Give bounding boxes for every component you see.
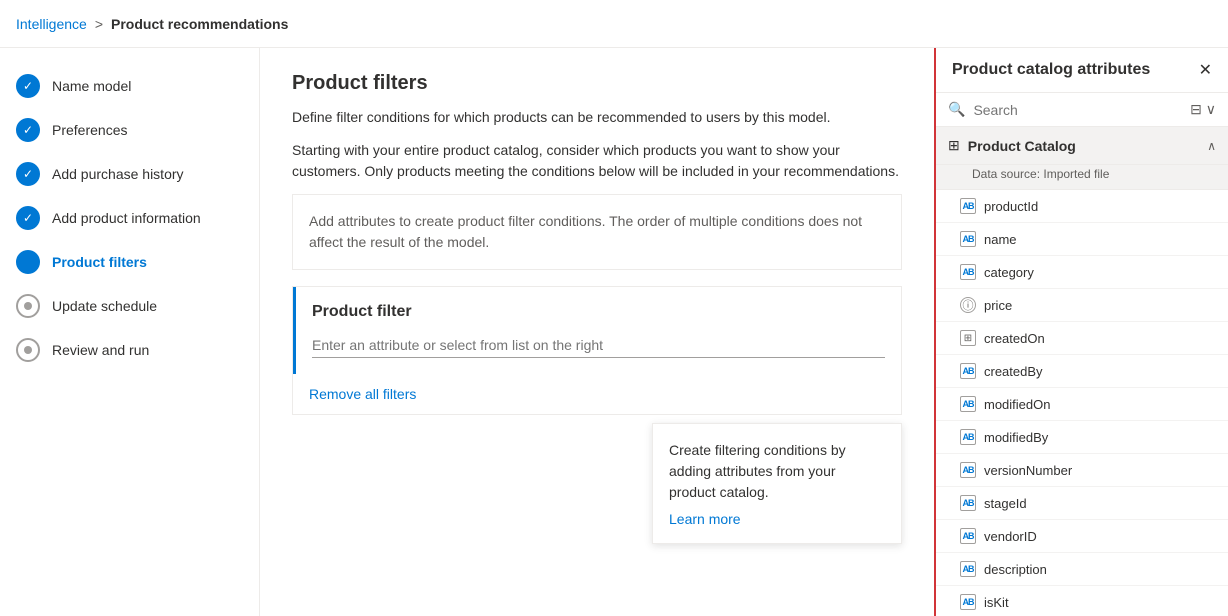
catalog-item-name[interactable]: AB name <box>936 223 1228 256</box>
breadcrumb: Intelligence > Product recommendations <box>16 16 288 32</box>
catalog-item-description[interactable]: AB description <box>936 553 1228 586</box>
sidebar-label-product-filters: Product filters <box>52 254 147 270</box>
remove-all-filters-link[interactable]: Remove all filters <box>293 374 432 414</box>
sidebar-item-product-filters[interactable]: Product filters <box>0 240 259 284</box>
table-icon: ⊞ <box>948 137 960 154</box>
filter-card-title: Product filter <box>312 303 885 321</box>
catalog-item-price[interactable]: ⓘ price <box>936 289 1228 322</box>
price-icon: ⓘ <box>960 297 976 313</box>
sidebar-label-preferences: Preferences <box>52 122 127 138</box>
page-desc-2: Starting with your entire product catalo… <box>292 140 902 182</box>
step-indicator-review-and-run <box>16 338 40 362</box>
breadcrumb-parent[interactable]: Intelligence <box>16 16 87 32</box>
sidebar-item-review-and-run[interactable]: Review and run <box>0 328 259 372</box>
createdBy-label: createdBy <box>984 364 1043 379</box>
step-indicator-update-schedule <box>16 294 40 318</box>
close-panel-button[interactable]: ✕ <box>1199 60 1212 80</box>
panel-header: Product catalog attributes ✕ <box>936 48 1228 93</box>
catalog-group-left: ⊞ Product Catalog <box>948 137 1076 154</box>
search-input[interactable] <box>973 102 1182 118</box>
catalog-item-stageId[interactable]: AB stageId <box>936 487 1228 520</box>
step-indicator-name-model: ✓ <box>16 74 40 98</box>
sidebar: ✓ Name model ✓ Preferences ✓ Add purchas… <box>0 48 260 616</box>
description-label: description <box>984 562 1047 577</box>
page-title: Product filters <box>292 72 902 95</box>
stageId-label: stageId <box>984 496 1027 511</box>
filter-attribute-input[interactable] <box>312 333 885 358</box>
category-icon: AB <box>960 264 976 280</box>
catalog-section: ⊞ Product Catalog ∧ Data source: Importe… <box>936 127 1228 616</box>
tooltip-box: Create filtering conditions by adding at… <box>652 423 902 544</box>
catalog-group-title: Product Catalog <box>968 138 1076 154</box>
sidebar-item-add-purchase-history[interactable]: ✓ Add purchase history <box>0 152 259 196</box>
right-panel: Product catalog attributes ✕ 🔍 ⊟ ∨ ⊞ Pro… <box>934 48 1228 616</box>
catalog-item-category[interactable]: AB category <box>936 256 1228 289</box>
sidebar-label-add-product-information: Add product information <box>52 210 201 226</box>
info-box: Add attributes to create product filter … <box>292 194 902 270</box>
versionNumber-label: versionNumber <box>984 463 1072 478</box>
sidebar-item-preferences[interactable]: ✓ Preferences <box>0 108 259 152</box>
name-label: name <box>984 232 1017 247</box>
content-area: ✓ Name model ✓ Preferences ✓ Add purchas… <box>0 48 1228 616</box>
sidebar-label-add-purchase-history: Add purchase history <box>52 166 184 182</box>
modifiedBy-label: modifiedBy <box>984 430 1048 445</box>
category-label: category <box>984 265 1034 280</box>
breadcrumb-separator: > <box>95 16 103 32</box>
filter-card-header: Product filter <box>293 287 901 374</box>
catalog-item-productId[interactable]: AB productId <box>936 190 1228 223</box>
name-icon: AB <box>960 231 976 247</box>
step-indicator-add-purchase-history: ✓ <box>16 162 40 186</box>
sidebar-label-name-model: Name model <box>52 78 131 94</box>
page-desc-1: Define filter conditions for which produ… <box>292 107 902 128</box>
vendorID-icon: AB <box>960 528 976 544</box>
step-indicator-product-filters <box>16 250 40 274</box>
description-icon: AB <box>960 561 976 577</box>
step-indicator-preferences: ✓ <box>16 118 40 142</box>
catalog-source: Data source: Imported file <box>936 165 1228 190</box>
createdBy-icon: AB <box>960 363 976 379</box>
modifiedBy-icon: AB <box>960 429 976 445</box>
isKit-icon: AB <box>960 594 976 610</box>
filter-sort-icon[interactable]: ⊟ ∨ <box>1190 101 1216 118</box>
step-indicator-add-product-information: ✓ <box>16 206 40 230</box>
chevron-up-icon: ∧ <box>1207 139 1216 153</box>
productId-label: productId <box>984 199 1038 214</box>
catalog-item-vendorID[interactable]: AB vendorID <box>936 520 1228 553</box>
catalog-item-createdOn[interactable]: ⊞ createdOn <box>936 322 1228 355</box>
main-content: Product filters Define filter conditions… <box>260 48 934 616</box>
sidebar-item-update-schedule[interactable]: Update schedule <box>0 284 259 328</box>
modifiedOn-label: modifiedOn <box>984 397 1050 412</box>
catalog-group-header[interactable]: ⊞ Product Catalog ∧ <box>936 127 1228 165</box>
modifiedOn-icon: AB <box>960 396 976 412</box>
catalog-item-isKit[interactable]: AB isKit <box>936 586 1228 616</box>
search-icon: 🔍 <box>948 101 965 118</box>
sidebar-item-add-product-information[interactable]: ✓ Add product information <box>0 196 259 240</box>
search-bar: 🔍 ⊟ ∨ <box>936 93 1228 127</box>
panel-title: Product catalog attributes <box>952 61 1150 79</box>
stageId-icon: AB <box>960 495 976 511</box>
catalog-item-modifiedOn[interactable]: AB modifiedOn <box>936 388 1228 421</box>
catalog-item-modifiedBy[interactable]: AB modifiedBy <box>936 421 1228 454</box>
productId-icon: AB <box>960 198 976 214</box>
learn-more-link[interactable]: Learn more <box>669 511 741 527</box>
tooltip-text: Create filtering conditions by adding at… <box>669 440 885 503</box>
sidebar-label-update-schedule: Update schedule <box>52 298 157 314</box>
filter-card: Product filter Remove all filters <box>292 286 902 415</box>
sidebar-label-review-and-run: Review and run <box>52 342 149 358</box>
catalog-item-createdBy[interactable]: AB createdBy <box>936 355 1228 388</box>
remove-link-container: Remove all filters <box>293 374 901 414</box>
isKit-label: isKit <box>984 595 1009 610</box>
versionNumber-icon: AB <box>960 462 976 478</box>
price-label: price <box>984 298 1012 313</box>
catalog-item-versionNumber[interactable]: AB versionNumber <box>936 454 1228 487</box>
createdOn-icon: ⊞ <box>960 330 976 346</box>
createdOn-label: createdOn <box>984 331 1045 346</box>
sidebar-item-name-model[interactable]: ✓ Name model <box>0 64 259 108</box>
vendorID-label: vendorID <box>984 529 1037 544</box>
top-bar: Intelligence > Product recommendations <box>0 0 1228 48</box>
breadcrumb-current: Product recommendations <box>111 16 288 32</box>
